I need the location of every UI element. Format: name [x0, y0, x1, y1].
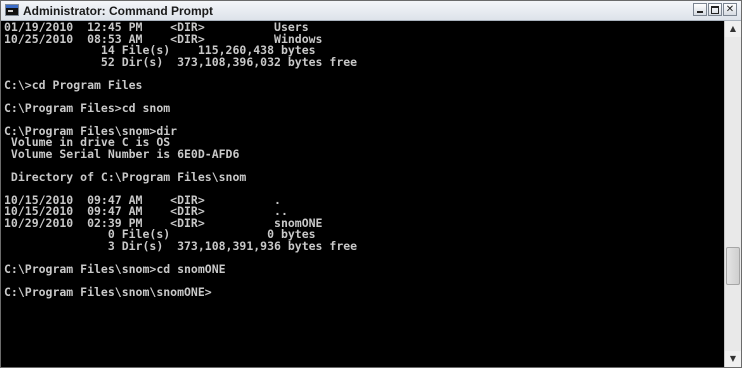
command-prompt-icon[interactable] [5, 4, 19, 16]
console-line: C:\Program Files>cd snom [4, 100, 171, 115]
scroll-thumb[interactable] [726, 247, 740, 285]
console-output[interactable]: 01/19/2010 12:45 PM <DIR> Users 10/25/201… [1, 21, 724, 367]
window-controls: ✕ [693, 3, 737, 19]
scroll-up-arrow-icon[interactable]: ▲ [725, 21, 741, 37]
close-button[interactable]: ✕ [723, 3, 737, 16]
console-line: 3 Dir(s) 373,108,391,936 bytes free [4, 238, 358, 253]
console-line: C:\Program Files\snom>cd snomONE [4, 261, 226, 276]
console-line: C:\Program Files\snom\snomONE> [4, 284, 212, 299]
window-title: Administrator: Command Prompt [23, 4, 214, 18]
command-prompt-window: Administrator: Command Prompt ✕ 01/19/20… [0, 0, 742, 368]
console-line: Volume Serial Number is 6E0D-AFD6 [4, 146, 240, 161]
console-line: Directory of C:\Program Files\snom [4, 169, 247, 184]
console-line: C:\>cd Program Files [4, 77, 143, 92]
console-line: 52 Dir(s) 373,108,396,032 bytes free [4, 54, 358, 69]
title-bar[interactable]: Administrator: Command Prompt ✕ [1, 1, 741, 21]
vertical-scrollbar[interactable]: ▲ ▼ [724, 21, 741, 367]
maximize-button[interactable] [708, 3, 722, 16]
scroll-down-arrow-icon[interactable]: ▼ [725, 351, 741, 367]
minimize-button[interactable] [693, 3, 707, 16]
